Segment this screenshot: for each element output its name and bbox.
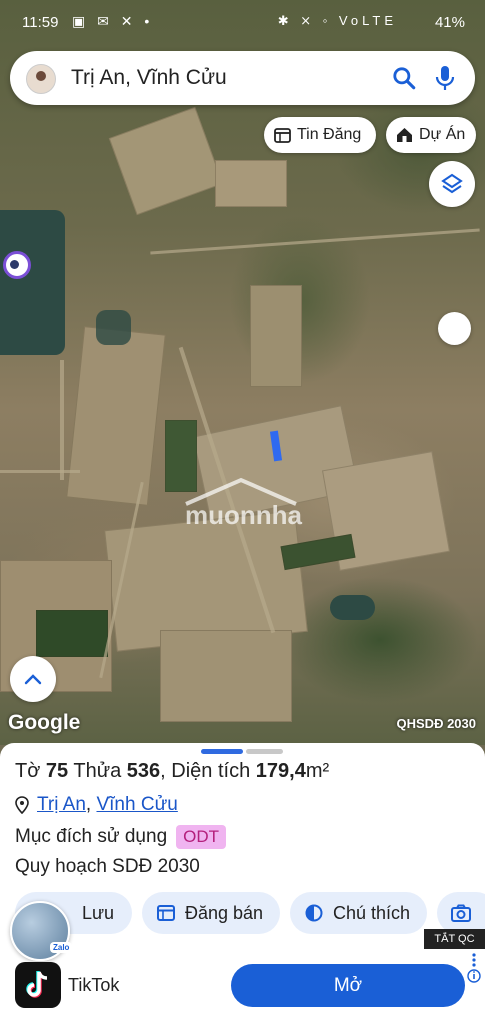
commune-link[interactable]: Trị An [37,794,86,816]
parcel-location: Trị An, Vĩnh Cửu [15,794,178,816]
tin-dang-label: Tin Đăng [297,126,362,143]
camera-icon [451,904,471,922]
camera-button[interactable] [437,892,485,934]
land-use-purpose: Mục đích sử dụng ODT [15,825,227,849]
house-icon [397,128,412,142]
listing-icon [157,905,175,921]
ad-app-name: TikTok [68,975,120,995]
map-control-button[interactable] [438,312,471,345]
watermark-text: muonnha [185,500,302,530]
search-input[interactable]: Trị An, Vĩnh Cửu [71,66,227,90]
notification-icons: ▣ ✉ ✕ • [72,13,154,29]
close-ad-button[interactable]: TẮT QC [424,929,485,949]
tiktok-logo-icon [15,962,61,1008]
du-an-chip[interactable]: Dự Án [386,117,476,153]
layers-icon [441,173,463,194]
status-time: 11:59 [22,14,59,31]
du-an-label: Dự Án [419,126,466,143]
location-marker-icon[interactable] [3,251,31,279]
expand-button[interactable] [10,656,56,702]
contrast-icon [305,904,323,922]
land-use-badge: ODT [176,825,227,849]
zalo-badge: Zalo [50,942,73,953]
legend-button[interactable]: Chú thích [290,892,427,934]
avatar[interactable] [26,64,56,94]
battery-level: 41% [434,14,465,31]
tin-dang-chip[interactable]: Tin Đăng [264,117,376,153]
post-sale-button[interactable]: Đăng bán [142,892,280,934]
sheet-handle-active[interactable] [201,749,243,754]
sheet-handle-inactive[interactable] [246,749,283,754]
district-link[interactable]: Vĩnh Cửu [96,794,177,816]
chevron-up-icon [24,674,42,685]
map-view[interactable] [0,0,485,745]
system-icons: ✱ ⨯ ◦ VoLTE [277,13,397,28]
microphone-icon[interactable] [433,64,457,92]
pin-icon [15,796,29,814]
parcel-summary: Tờ 75 Thửa 536, Diện tích 179,4m² [15,760,330,782]
ad-info-icon[interactable] [467,952,481,984]
search-icon[interactable] [391,65,417,91]
status-bar: 11:59 ▣ ✉ ✕ • ✱ ⨯ ◦ VoLTE 41% [0,0,485,40]
zalo-chat-bubble[interactable]: Zalo [10,901,73,961]
open-app-button[interactable]: Mở [231,964,465,1007]
plan-label: Quy hoạch SDĐ 2030 [15,856,200,877]
layer-label: QHSDĐ 2030 [396,716,476,731]
search-bar[interactable]: Trị An, Vĩnh Cửu [10,51,475,105]
listing-icon [274,127,291,143]
google-logo: Google [8,711,81,734]
layers-button[interactable] [429,161,475,207]
